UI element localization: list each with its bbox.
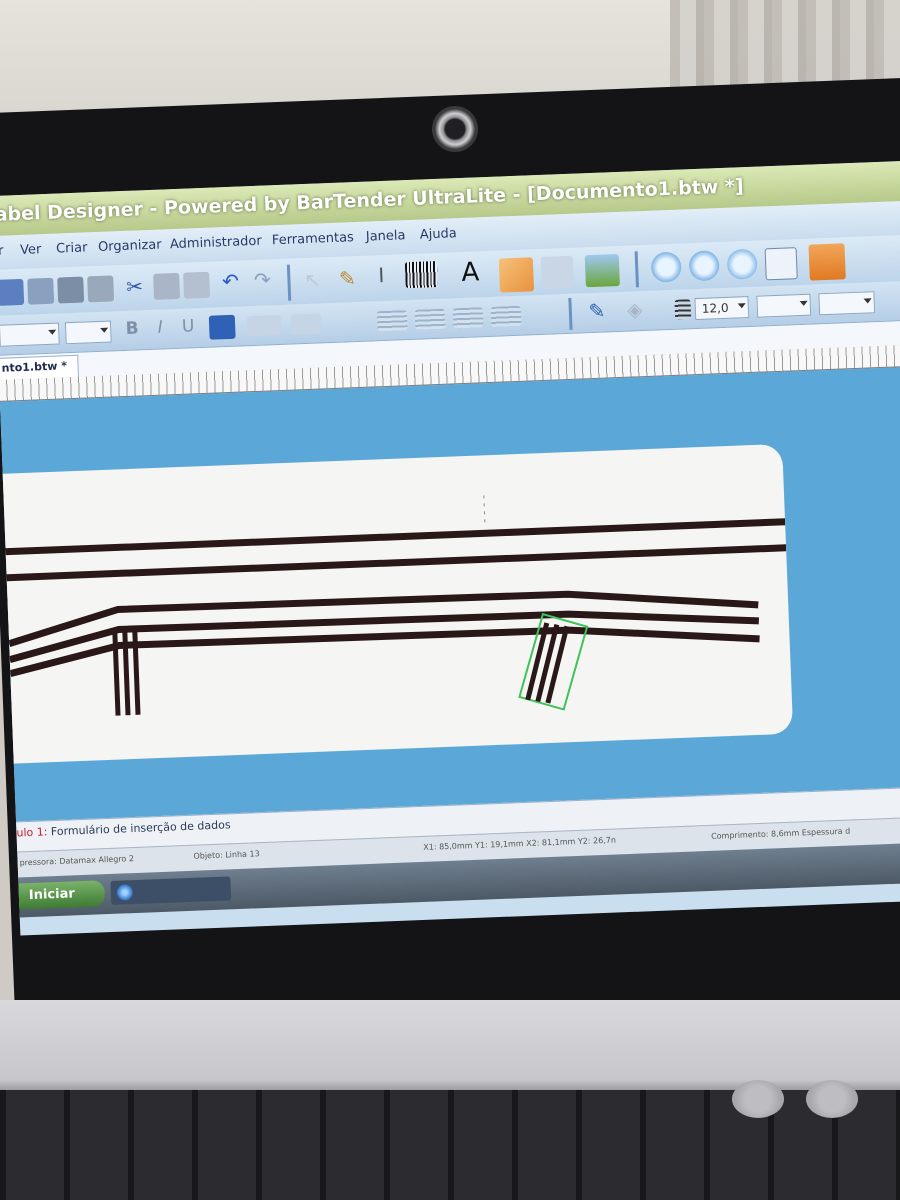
status-printer: pressora: Datamax Allegro 2 (19, 854, 135, 868)
word-wrap-icon[interactable] (208, 314, 236, 340)
align-right-icon[interactable] (452, 307, 484, 329)
page-setup-icon[interactable] (808, 243, 846, 281)
menu-ferramentas[interactable]: Ferramentas (272, 230, 354, 248)
font-size-combo[interactable] (64, 320, 112, 345)
line-width-icon (674, 299, 692, 320)
design-canvas[interactable] (0, 365, 900, 822)
taskbar-app-item[interactable] (110, 876, 232, 905)
zoom-out-icon[interactable] (688, 250, 720, 282)
save-icon[interactable] (57, 276, 85, 304)
status-object: Objeto: Linha 13 (193, 849, 260, 861)
menu-ajuda[interactable]: Ajuda (420, 226, 458, 242)
line-icon[interactable] (498, 257, 535, 293)
touchpad-left-button (732, 1080, 784, 1118)
toolbar-separator (634, 251, 639, 288)
menu-organizar[interactable]: Organizar (98, 238, 162, 255)
start-button[interactable]: Iniciar (18, 880, 106, 910)
pointer-icon[interactable]: ↖ (301, 267, 324, 292)
brush-icon[interactable]: ✎ (335, 266, 360, 291)
cut-icon[interactable]: ✂ (121, 274, 148, 299)
browser-icon (116, 884, 134, 901)
horizontal-line-top[interactable] (0, 518, 786, 557)
barcode-icon[interactable] (404, 260, 438, 289)
laptop-screen: abel Designer - Powered by BarTender Ult… (0, 159, 900, 936)
menu-criar[interactable]: Criar (56, 240, 88, 256)
status-length: Comprimento: 8,6mm Espessura d (710, 826, 851, 841)
post-left-3[interactable] (132, 630, 141, 715)
text-icon[interactable]: A (457, 257, 484, 288)
horizontal-line-bottom[interactable] (0, 544, 787, 583)
underline-icon[interactable]: U (179, 316, 198, 337)
line-width-value: 12,0 (701, 300, 729, 316)
fill-color-icon[interactable]: ◈ (620, 297, 649, 322)
start-label: Iniciar (28, 886, 76, 904)
status-coordinates: X1: 85,0mm Y1: 19,1mm X2: 81,1mm Y2: 26,… (423, 835, 617, 852)
post-left-2[interactable] (122, 631, 131, 716)
undo-icon[interactable]: ↶ (217, 268, 244, 294)
paste-icon[interactable] (183, 271, 211, 299)
open-icon[interactable] (27, 277, 55, 305)
line-style-combo[interactable] (756, 293, 812, 318)
align-left-icon[interactable] (376, 310, 408, 332)
fit-page-icon[interactable] (764, 247, 798, 281)
form-tab-text: Formulário de inserção de dados (50, 818, 231, 839)
copy-icon[interactable] (153, 272, 181, 300)
text-spacing-icon[interactable] (290, 313, 322, 335)
line-end-combo[interactable] (818, 291, 876, 316)
align-justify-icon[interactable] (490, 305, 522, 327)
label-drawing (0, 495, 787, 716)
print-icon[interactable] (87, 275, 115, 303)
label-template[interactable] (0, 443, 794, 766)
webcam-icon (432, 106, 478, 152)
toolbar-separator (568, 297, 573, 330)
zoom-in-icon[interactable] (650, 251, 682, 283)
menu-administrador[interactable]: Administrador (170, 234, 262, 253)
document-tab-label: nto1.btw * (1, 359, 68, 375)
menu-ver[interactable]: Ver (20, 242, 42, 258)
new-icon[interactable] (0, 278, 25, 306)
zoom-window-icon[interactable] (726, 248, 758, 280)
line-width-combo[interactable]: 12,0 (694, 296, 750, 321)
shape-icon[interactable] (540, 255, 574, 289)
touchpad-right-button (806, 1080, 858, 1118)
menu-arquivo[interactable]: r (0, 244, 4, 259)
font-name-combo[interactable] (0, 322, 60, 347)
menu-janela[interactable]: Janela (366, 228, 406, 245)
post-left-1[interactable] (112, 631, 121, 716)
form-tab-number: ulo 1: (16, 825, 48, 840)
guide-mark (483, 495, 486, 528)
document-tab[interactable]: nto1.btw * (0, 354, 80, 380)
line-color-icon[interactable]: ✎ (582, 298, 611, 324)
toolbar-separator (286, 264, 292, 301)
form-tab[interactable]: ulo 1: Formulário de inserção de dados (16, 818, 231, 839)
align-center-icon[interactable] (414, 308, 446, 330)
text-effects-icon[interactable] (246, 315, 282, 337)
bold-icon[interactable]: B (123, 318, 142, 339)
redo-icon[interactable]: ↷ (249, 267, 276, 292)
italic-icon[interactable]: I (151, 317, 170, 338)
picture-icon[interactable] (584, 253, 620, 288)
text-cursor-icon[interactable]: I (371, 263, 392, 288)
